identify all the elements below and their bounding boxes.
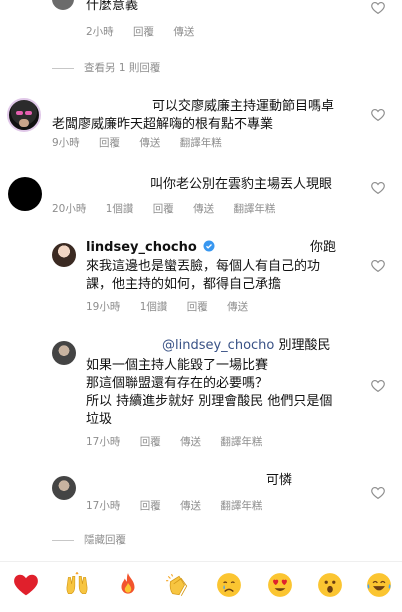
hide-replies[interactable]: 隱藏回覆 [52,532,126,547]
comment-time: 20小時 [52,203,87,215]
heart-icon[interactable] [371,486,385,499]
comment-text: 所以 持續進步就好 別理會酸民 他們只是個 [86,394,333,409]
surprised-face-icon[interactable] [317,572,343,598]
comment-meta: 17小時 回覆 傳送 翻譯年糕 [86,498,278,513]
reply-button[interactable]: 回覆 [133,26,154,38]
comment-text: 來我這邊也是蠻丟臉，每個人有自己的功 [86,259,321,274]
translate-button[interactable]: 翻譯年糕 [220,436,262,448]
verified-badge-icon [203,240,215,252]
comment-time: 2小時 [86,26,114,38]
comment-time: 9小時 [52,137,80,149]
comment-meta: 17小時 回覆 傳送 翻譯年糕 [86,434,278,449]
divider [52,539,74,541]
avatar[interactable] [7,98,41,132]
translate-button[interactable]: 翻譯年糕 [233,203,275,215]
comment-time: 17小時 [86,436,121,448]
reply-button[interactable]: 回覆 [99,137,120,149]
heart-icon[interactable] [371,259,385,272]
reply-button[interactable]: 回覆 [140,436,161,448]
view-more-replies-label: 查看另 1 則回覆 [84,62,161,74]
like-count[interactable]: 1個讚 [140,301,168,313]
comment-meta: 2小時 回覆 傳送 [86,24,210,39]
comment-text: 那這個聯盟還有存在的必要嗎？ [86,376,269,391]
raising-hands-icon[interactable] [64,572,90,598]
reply-button[interactable]: 回覆 [187,301,208,313]
translate-button[interactable]: 翻譯年糕 [180,137,222,149]
translate-button[interactable]: 翻譯年糕 [220,500,262,512]
comment-meta: 20小時 1個讚 回覆 傳送 翻譯年糕 [52,201,291,216]
red-heart-icon[interactable] [13,572,39,598]
crying-face-icon[interactable] [216,572,242,598]
comment-text: 如果一個主持人能毀了一場比賽 [86,358,269,373]
view-more-replies[interactable]: 查看另 1 則回覆 [52,60,160,75]
send-button[interactable]: 傳送 [193,203,214,215]
comment-text: 別理酸民 [278,338,331,353]
comment-text: 可憐 [266,473,293,488]
heart-eyes-face-icon[interactable] [267,572,293,598]
heart-icon[interactable] [371,1,385,14]
like-count[interactable]: 1個讚 [106,203,134,215]
comment-time: 19小時 [86,301,121,313]
reaction-bar [0,561,402,612]
comment-text: 什麼意義 [86,0,139,13]
comment-text: 可以交廖威廉主持運動節目嗎卓 [152,99,335,114]
comment-text: 你跑 [310,240,337,255]
hide-replies-label: 隱藏回覆 [84,534,126,546]
comment-first-line: @lindsey_chocho 別理酸民 [162,336,331,355]
avatar[interactable] [8,177,42,211]
username[interactable]: lindsey_chocho [86,240,197,255]
mention-link[interactable]: @lindsey_chocho [162,338,274,353]
divider [52,67,74,69]
send-button[interactable]: 傳送 [227,301,248,313]
comment-text: 老闆廖威廉昨天超解嗨的根有點不專業 [52,117,274,132]
heart-icon[interactable] [371,181,385,194]
comment-meta: 19小時 1個讚 回覆 傳送 [86,299,264,314]
heart-icon[interactable] [371,108,385,121]
heart-icon[interactable] [371,379,385,392]
avatar[interactable] [52,243,76,267]
comment-meta: 9小時 回覆 傳送 翻譯年糕 [52,135,238,150]
avatar[interactable] [52,476,76,500]
reply-button[interactable]: 回覆 [153,203,174,215]
avatar[interactable] [52,341,76,365]
comment-author[interactable]: lindsey_chocho [86,238,215,257]
comment-text: 課，他主持的如何，都得自己承擔 [86,277,282,292]
tears-of-joy-face-icon[interactable] [366,572,392,598]
clapping-hands-icon[interactable] [165,572,191,598]
comment-time: 17小時 [86,500,121,512]
send-button[interactable]: 傳送 [180,436,201,448]
reply-button[interactable]: 回覆 [140,500,161,512]
comment-text: 叫你老公別在雲豹主場丟人現眼 [150,177,333,192]
comment-text: 垃圾 [86,412,113,427]
send-button[interactable]: 傳送 [180,500,201,512]
send-button[interactable]: 傳送 [139,137,160,149]
avatar[interactable] [52,0,74,10]
fire-icon[interactable] [115,572,141,598]
send-button[interactable]: 傳送 [173,26,194,38]
